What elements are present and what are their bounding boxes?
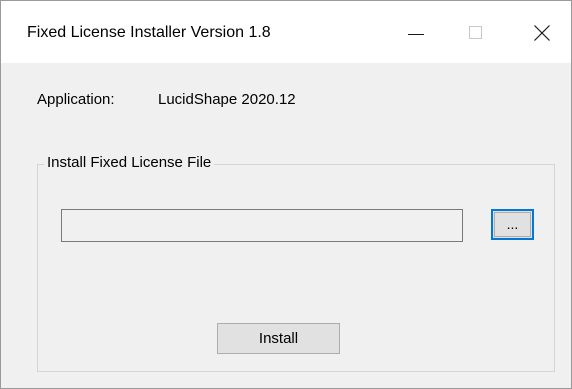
application-label: Application: — [37, 91, 115, 108]
window-title: Fixed License Installer Version 1.8 — [27, 24, 271, 41]
close-icon — [534, 25, 550, 41]
minimize-button[interactable] — [381, 1, 451, 63]
browse-button[interactable]: ... — [491, 209, 534, 240]
install-license-group-legend: Install Fixed License File — [44, 154, 215, 171]
close-button[interactable] — [509, 1, 571, 63]
maximize-icon — [469, 26, 482, 39]
title-bar[interactable]: Fixed License Installer Version 1.8 — [1, 1, 571, 63]
license-file-path-input[interactable] — [61, 209, 463, 242]
application-name: LucidShape 2020.12 — [158, 91, 296, 108]
minimize-icon — [408, 34, 424, 35]
install-button[interactable]: Install — [217, 323, 340, 354]
